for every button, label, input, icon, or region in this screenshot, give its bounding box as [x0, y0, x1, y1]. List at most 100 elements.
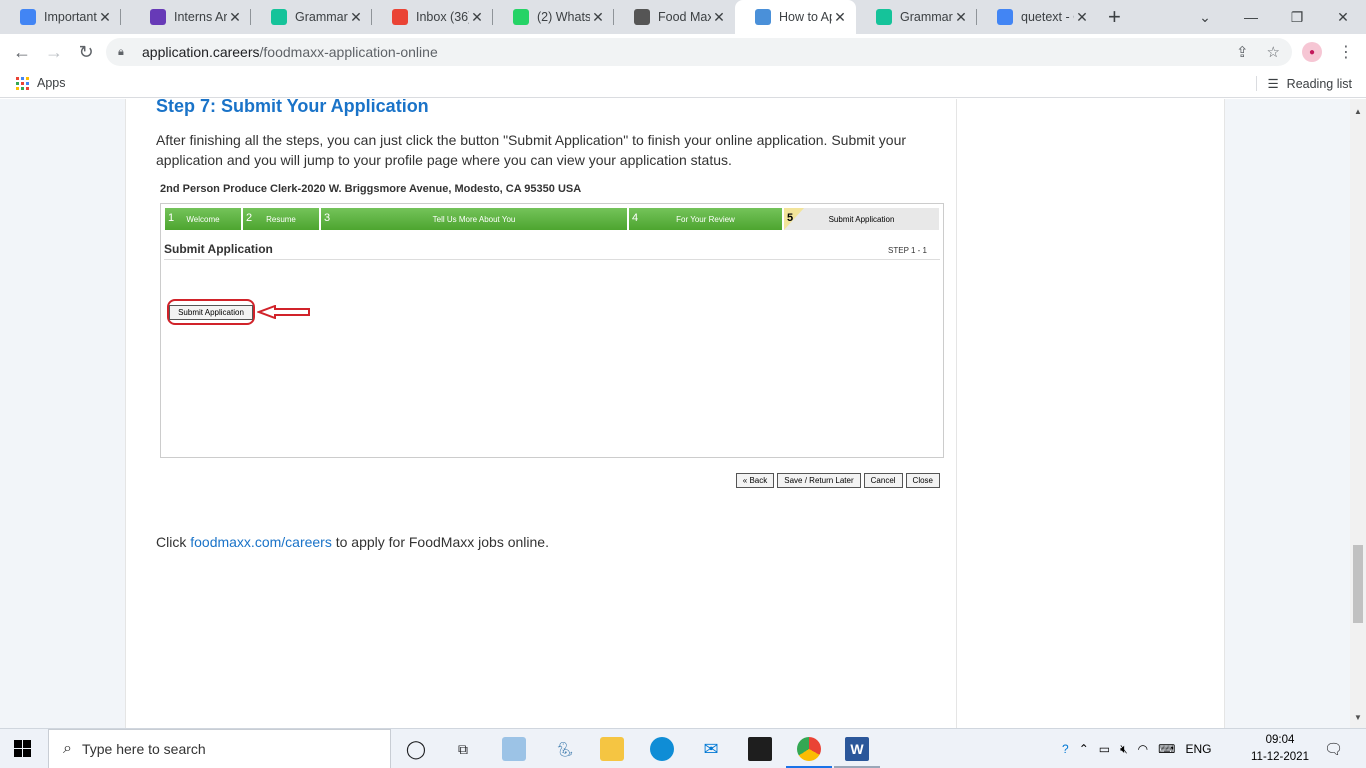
mail-icon[interactable]: ✉	[699, 737, 723, 761]
windows-start-icon[interactable]	[14, 740, 31, 757]
close-tab-icon[interactable]: ✕	[469, 9, 485, 26]
edge-icon[interactable]	[650, 737, 674, 761]
taskbar-search[interactable]: ⌕ Type here to search	[48, 729, 391, 768]
reading-list-button[interactable]: ☰ Reading list	[1256, 76, 1352, 91]
close-tab-icon[interactable]: ✕	[1074, 9, 1090, 26]
tab-title: Interns Art	[174, 10, 227, 24]
volume-muted-icon[interactable]: 🔇︎	[1120, 742, 1128, 757]
address-bar[interactable]: 🔒︎ application.careers/foodmaxx-applicat…	[106, 38, 1292, 66]
step-number: 5	[787, 212, 794, 224]
browser-tab[interactable]: Grammarly✕	[251, 0, 372, 34]
page-viewport: Step 7: Submit Your Application After fi…	[0, 99, 1350, 728]
scroll-thumb[interactable]	[1353, 545, 1363, 623]
reload-icon[interactable]: ↻	[74, 40, 98, 64]
bookmark-star-icon[interactable]: ☆	[1267, 43, 1280, 61]
step-label: Tell Us More About You	[432, 214, 516, 224]
figure-button[interactable]: Save / Return Later	[777, 473, 861, 488]
page-scrollbar[interactable]: ▲ ▼	[1350, 99, 1366, 728]
python-icon[interactable]: 🐍︎	[553, 737, 577, 761]
word-icon[interactable]: W	[845, 737, 869, 761]
gmail-icon	[392, 9, 408, 25]
help-icon[interactable]: ?	[1062, 742, 1069, 756]
close-tab-icon[interactable]: ✕	[97, 9, 113, 26]
browser-tab[interactable]: (2) WhatsA✕	[493, 0, 614, 34]
url-text: application.careers/foodmaxx-application…	[142, 44, 438, 60]
close-tab-icon[interactable]: ✕	[711, 9, 727, 26]
battery-icon[interactable]: ▭	[1099, 742, 1110, 756]
close-tab-icon[interactable]: ✕	[348, 9, 364, 26]
figure-button[interactable]: Close	[905, 473, 940, 488]
minimize-button[interactable]: —	[1228, 0, 1274, 34]
progress-step: 2 Resume	[243, 208, 321, 230]
figure-button[interactable]: Cancel	[863, 473, 903, 488]
tab-title: Grammarly	[900, 10, 953, 24]
notification-icon[interactable]: 🗨︎	[1324, 740, 1343, 758]
language-indicator[interactable]: ENG	[1185, 742, 1211, 756]
submit-application-button[interactable]: Submit Application	[169, 304, 253, 320]
back-arrow-icon[interactable]: ←	[10, 40, 34, 64]
apps-shortcut[interactable]: Apps	[16, 76, 66, 90]
system-clock[interactable]: 09:04 11-12-2021	[1248, 732, 1312, 766]
tab-title: Important	[44, 10, 97, 24]
careers-link[interactable]: foodmaxx.com/careers	[190, 534, 332, 550]
tab-title: Inbox (36)	[416, 10, 469, 24]
progress-step: 4 For Your Review	[629, 208, 784, 230]
progress-step: 1 Welcome	[165, 208, 243, 230]
tab-title: Grammarly	[295, 10, 348, 24]
bookmarks-bar: Apps ☰ Reading list	[0, 70, 1366, 98]
close-window-button[interactable]: ✕	[1320, 0, 1366, 34]
browser-tab[interactable]: Interns Art ✕	[130, 0, 251, 34]
browser-tab[interactable]: Important ✕	[0, 0, 121, 34]
google-icon	[997, 9, 1013, 25]
figure-title: Submit Application	[164, 242, 273, 256]
browser-tab[interactable]: How to Ap ✕	[735, 0, 856, 34]
tab-search-icon[interactable]: ⌄	[1182, 0, 1228, 34]
tab-strip: Important✕Interns Art✕Grammarly✕Inbox (3…	[0, 0, 1366, 34]
sidebar-column	[957, 99, 1225, 728]
step-label: Submit Application	[828, 214, 895, 224]
close-tab-icon[interactable]: ✕	[953, 9, 969, 26]
keyboard-icon[interactable]: ⌨	[1158, 742, 1175, 756]
browser-tab[interactable]: Grammarly✕	[856, 0, 977, 34]
browser-tab[interactable]: Inbox (36) ✕	[372, 0, 493, 34]
whatsapp-icon	[513, 9, 529, 25]
task-view-icon[interactable]: ⧉	[451, 737, 475, 761]
red-arrow-icon	[257, 305, 310, 319]
chevron-up-icon[interactable]: ⌃	[1079, 742, 1089, 756]
application-progress-bar: 1 Welcome 2 Resume 3 Tell Us More About You 4 F…	[165, 208, 941, 230]
browser-toolbar: ← → ↻ 🔒︎ application.careers/foodmaxx-ap…	[0, 34, 1366, 70]
scroll-up-icon[interactable]: ▲	[1354, 107, 1362, 116]
new-tab-button[interactable]: +	[1108, 4, 1121, 30]
step-paragraph: After finishing all the steps, you can j…	[156, 132, 907, 168]
browser-tab[interactable]: Food Max ✕	[614, 0, 735, 34]
tab-separator	[120, 9, 121, 25]
application-screenshot-figure: 2nd Person Produce Clerk-2020 W. Briggsm…	[160, 179, 944, 579]
step-label: For Your Review	[676, 214, 735, 224]
notebook-app-icon[interactable]	[502, 737, 526, 761]
tab-title: (2) WhatsA	[537, 10, 590, 24]
browser-tab[interactable]: quetext - C✕	[977, 0, 1098, 34]
share-icon[interactable]: ⇪	[1236, 43, 1249, 61]
forward-arrow-icon[interactable]: →	[42, 40, 66, 64]
step-number: 1	[168, 212, 175, 224]
tie-icon	[755, 9, 771, 25]
menu-dots-icon[interactable]: ⋮	[1338, 42, 1354, 62]
chrome-icon[interactable]	[797, 737, 821, 761]
tab-title: quetext - C	[1021, 10, 1074, 24]
wifi-icon[interactable]: ◠	[1138, 742, 1148, 756]
file-explorer-icon[interactable]	[600, 737, 624, 761]
grammarly-icon	[271, 9, 287, 25]
close-tab-icon[interactable]: ✕	[227, 9, 243, 26]
figure-button-row: « Back Save / Return Later Cancel Close	[735, 473, 940, 488]
figure-button[interactable]: « Back	[735, 473, 775, 488]
search-icon: ⌕	[63, 740, 72, 757]
close-tab-icon[interactable]: ✕	[832, 9, 848, 26]
terminal-app-icon[interactable]	[748, 737, 772, 761]
profile-avatar[interactable]: ●	[1302, 42, 1322, 62]
foodmaxx-icon	[634, 9, 650, 25]
job-caption: 2nd Person Produce Clerk-2020 W. Briggsm…	[160, 183, 582, 195]
cortana-icon[interactable]: ◯	[404, 737, 428, 761]
close-tab-icon[interactable]: ✕	[590, 9, 606, 26]
scroll-down-icon[interactable]: ▼	[1354, 713, 1362, 722]
restore-button[interactable]: ❐	[1274, 0, 1320, 34]
